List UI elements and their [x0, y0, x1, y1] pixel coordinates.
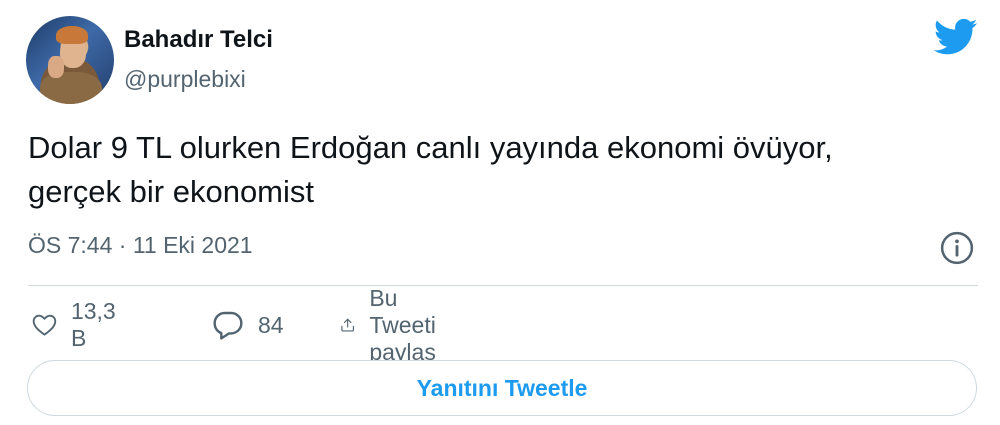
- tweet-text-line: Dolar 9 TL olurken Erdoğan canlı yayında…: [28, 130, 833, 165]
- info-icon[interactable]: [940, 231, 974, 265]
- share-icon: [341, 318, 355, 332]
- avatar-body-shape: [40, 72, 102, 104]
- share-label: Bu Tweeti paylaş: [369, 284, 436, 365]
- divider: [28, 285, 978, 286]
- tweet-timestamp[interactable]: ÖS 7:44 · 11 Eki 2021: [28, 232, 253, 259]
- twitter-bird-icon[interactable]: [934, 18, 978, 56]
- reply-tweet-button[interactable]: Yanıtını Tweetle: [27, 360, 977, 416]
- like-count: 13,3 B: [70, 298, 116, 351]
- reply-count-button[interactable]: 84: [212, 306, 284, 344]
- tweet-text: Dolar 9 TL olurken Erdoğan canlı yayında…: [28, 126, 978, 214]
- avatar-hand-shape: [48, 56, 64, 78]
- avatar-hair-shape: [56, 26, 88, 44]
- tweet-card: Bahadır Telci @purplebixi Dolar 9 TL olu…: [0, 0, 1000, 425]
- reply-icon: [213, 311, 243, 340]
- avatar[interactable]: [26, 16, 114, 104]
- like-button[interactable]: 13,3 B: [32, 298, 123, 351]
- heart-icon: [32, 314, 57, 336]
- reply-count: 84: [258, 311, 284, 338]
- tweet-text-line: gerçek bir ekonomist: [28, 174, 315, 209]
- share-button[interactable]: Bu Tweeti paylaş: [340, 285, 452, 365]
- author-handle[interactable]: @purplebixi: [124, 66, 246, 93]
- author-name[interactable]: Bahadır Telci: [124, 26, 273, 54]
